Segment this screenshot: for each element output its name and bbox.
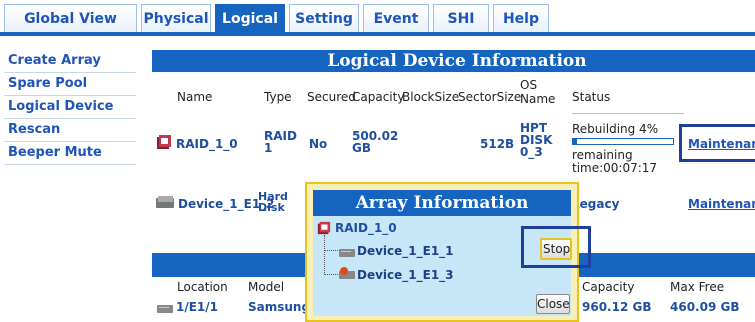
row1-os-name: HPT DISK 0_3 — [520, 121, 553, 159]
row1-sector: 512B — [480, 137, 515, 151]
sidebar-item-spare-pool[interactable]: Spare Pool — [4, 73, 136, 96]
col-model: Model — [248, 280, 285, 294]
tree-child-device-2[interactable]: Device_1_E1_3 — [357, 268, 454, 282]
col-status: Status — [572, 90, 611, 104]
sidebar-item-beeper-mute[interactable]: Beeper Mute — [4, 142, 136, 165]
stop-highlight-box — [521, 226, 591, 268]
sidebar-item-logical-device[interactable]: Logical Device — [4, 96, 136, 119]
row1-remaining: remaining time:00:07:17 — [572, 148, 658, 175]
tree-child-device-1[interactable]: Device_1_E1_1 — [357, 244, 454, 258]
tab-underline — [0, 32, 755, 36]
row1-secured: No — [309, 137, 328, 151]
tree-branch-2 — [324, 274, 338, 275]
row1-capacity: 500.02 GB — [352, 129, 399, 155]
rebuild-progress-fill — [573, 139, 577, 144]
tree-root-raid[interactable]: RAID_1_0 — [335, 221, 397, 235]
tree-line — [324, 235, 326, 275]
row2-type: Hard Disk — [258, 190, 288, 214]
row1-type: RAID 1 — [264, 129, 297, 155]
close-button[interactable]: Close — [536, 294, 570, 314]
status-divider — [572, 113, 684, 114]
row1-name[interactable]: RAID_1_0 — [176, 137, 238, 151]
col-location: Location — [177, 280, 228, 294]
sidebar: Create Array Spare Pool Logical Device R… — [4, 50, 136, 165]
hard-disk-icon — [155, 194, 175, 213]
top-tab-bar: Global View Physical Logical Setting Eve… — [0, 0, 755, 36]
phys-capacity: 960.12 GB — [582, 300, 652, 314]
col-name: Name — [177, 90, 213, 104]
tab-event[interactable]: Event — [363, 4, 429, 32]
disk-icon — [156, 299, 174, 318]
raid-array-icon — [156, 134, 172, 154]
tab-logical[interactable]: Logical — [215, 4, 285, 32]
col-blocksize: BlockSize — [402, 90, 460, 104]
row1-status: Rebuilding 4% — [572, 122, 659, 136]
tab-physical[interactable]: Physical — [141, 4, 211, 32]
col-sectorsize: SectorSize — [458, 90, 522, 104]
maintenance-highlight-box — [679, 124, 755, 162]
col-phys-capacity: Capacity — [582, 280, 635, 294]
tree-branch-1 — [324, 250, 338, 251]
phys-location[interactable]: 1/E1/1 — [176, 300, 218, 314]
row2-status: Legacy — [572, 197, 620, 211]
tab-shi[interactable]: SHI — [433, 4, 489, 32]
col-secured: Secured — [307, 90, 356, 104]
tab-help[interactable]: Help — [493, 4, 549, 32]
col-type: Type — [264, 90, 292, 104]
col-os-name: OS Name — [520, 78, 556, 106]
rebuilding-disk-icon — [338, 266, 356, 285]
phys-max-free: 460.09 GB — [670, 300, 740, 314]
row2-maintenance-link[interactable]: Maintenance — [688, 197, 755, 211]
col-max-free: Max Free — [670, 280, 725, 294]
sidebar-item-create-array[interactable]: Create Array — [4, 50, 136, 73]
rebuild-progress-bar — [572, 138, 674, 145]
disk-icon — [338, 244, 356, 263]
popup-title: Array Information — [313, 190, 571, 216]
col-capacity: Capacity — [352, 90, 405, 104]
tab-global-view[interactable]: Global View — [4, 4, 137, 32]
sidebar-item-rescan[interactable]: Rescan — [4, 119, 136, 142]
logical-device-header: Logical Device Information — [152, 50, 755, 72]
phys-model: Samsung — [248, 300, 311, 314]
tab-setting[interactable]: Setting — [289, 4, 359, 32]
